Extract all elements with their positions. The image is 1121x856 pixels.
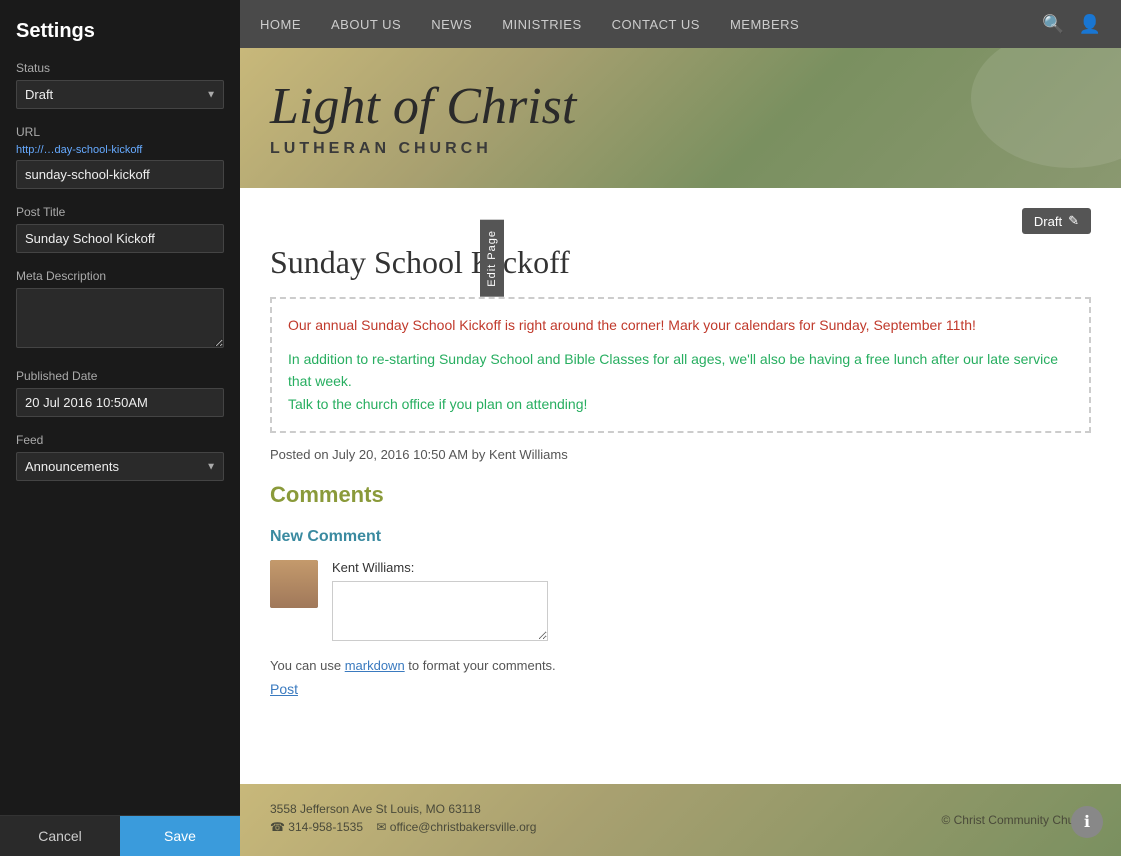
post-title-field-group: Post Title bbox=[16, 205, 224, 253]
church-banner: Light of Christ LUTHERAN CHURCH bbox=[240, 48, 1121, 188]
markdown-link[interactable]: markdown bbox=[345, 658, 405, 673]
main-content: HOME ABOUT US NEWS MINISTRIES CONTACT US… bbox=[240, 0, 1121, 856]
nav-home[interactable]: HOME bbox=[260, 13, 301, 36]
content-paragraph-1: Our annual Sunday School Kickoff is righ… bbox=[288, 315, 1073, 336]
nav-ministries[interactable]: MINISTRIES bbox=[502, 13, 581, 36]
page-content-area: Draft ✎ Sunday School Kickoff Our annual… bbox=[240, 188, 1121, 784]
meta-desc-textarea[interactable] bbox=[16, 288, 224, 348]
status-select[interactable]: Draft Published bbox=[16, 80, 224, 109]
phone-icon: ☎ bbox=[270, 820, 285, 834]
comment-input-area: Kent Williams: bbox=[332, 560, 548, 646]
comment-form: Kent Williams: bbox=[270, 560, 1091, 646]
nav-about[interactable]: ABOUT US bbox=[331, 13, 401, 36]
feed-field-group: Feed Announcements News Events ▼ bbox=[16, 433, 224, 481]
sidebar-action-buttons: Cancel Save bbox=[0, 815, 240, 856]
draft-badge: Draft ✎ bbox=[1022, 208, 1091, 234]
url-hint: http://…day-school-kickoff bbox=[16, 144, 224, 156]
footer-address: 3558 Jefferson Ave St Louis, MO 63118 bbox=[270, 802, 536, 816]
published-date-input[interactable] bbox=[16, 388, 224, 417]
url-input[interactable] bbox=[16, 160, 224, 189]
footer-copyright: © Christ Community Church bbox=[941, 813, 1091, 827]
meta-desc-field-group: Meta Description bbox=[16, 269, 224, 353]
church-subtitle: LUTHERAN CHURCH bbox=[270, 140, 576, 158]
feed-select[interactable]: Announcements News Events bbox=[16, 452, 224, 481]
content-paragraph-2: In addition to re-starting Sunday School… bbox=[288, 348, 1073, 415]
user-icon[interactable]: 👤 bbox=[1079, 14, 1101, 35]
nav-links: HOME ABOUT US NEWS MINISTRIES CONTACT US… bbox=[260, 13, 1042, 36]
content-box: Our annual Sunday School Kickoff is righ… bbox=[270, 297, 1091, 433]
url-label: URL bbox=[16, 125, 224, 139]
search-icon[interactable]: 🔍 bbox=[1042, 14, 1064, 35]
avatar-image bbox=[270, 560, 318, 608]
url-field-group: URL http://…day-school-kickoff bbox=[16, 125, 224, 189]
published-date-label: Published Date bbox=[16, 369, 224, 383]
top-navbar: HOME ABOUT US NEWS MINISTRIES CONTACT US… bbox=[240, 0, 1121, 48]
footer-contact: ☎ 314-958-1535 ✉ office@christbakersvill… bbox=[270, 820, 536, 834]
save-button[interactable]: Save bbox=[120, 816, 240, 856]
post-comment-button[interactable]: Post bbox=[270, 681, 298, 697]
post-title-label: Post Title bbox=[16, 205, 224, 219]
post-meta: Posted on July 20, 2016 10:50 AM by Kent… bbox=[270, 447, 1091, 462]
footer-phone: 314-958-1535 bbox=[288, 820, 363, 834]
site-footer: 3558 Jefferson Ave St Louis, MO 63118 ☎ … bbox=[240, 784, 1121, 856]
footer-left: 3558 Jefferson Ave St Louis, MO 63118 ☎ … bbox=[270, 802, 536, 838]
comment-user-label: Kent Williams: bbox=[332, 560, 548, 575]
new-comment-heading: New Comment bbox=[270, 528, 1091, 546]
footer-email: office@christbakersville.org bbox=[390, 820, 537, 834]
avatar bbox=[270, 560, 318, 608]
edit-page-tab[interactable]: Edit Page bbox=[480, 220, 504, 297]
markdown-hint: You can use markdown to format your comm… bbox=[270, 658, 1091, 673]
email-icon: ✉ bbox=[376, 820, 386, 834]
church-name: Light of Christ bbox=[270, 78, 576, 135]
info-icon[interactable]: ℹ bbox=[1071, 806, 1103, 838]
cancel-button[interactable]: Cancel bbox=[0, 816, 120, 856]
draft-badge-wrap: Draft ✎ bbox=[270, 208, 1091, 234]
status-field-group: Status Draft Published ▼ bbox=[16, 61, 224, 109]
status-label: Status bbox=[16, 61, 224, 75]
nav-members[interactable]: MEMBERS bbox=[730, 13, 799, 36]
status-select-wrap: Draft Published ▼ bbox=[16, 80, 224, 109]
comment-textarea[interactable] bbox=[332, 581, 548, 641]
post-title-input[interactable] bbox=[16, 224, 224, 253]
nav-contact[interactable]: CONTACT US bbox=[612, 13, 700, 36]
published-date-field-group: Published Date bbox=[16, 369, 224, 417]
page-title: Sunday School Kickoff bbox=[270, 244, 1091, 281]
meta-desc-label: Meta Description bbox=[16, 269, 224, 283]
draft-badge-label: Draft bbox=[1034, 214, 1062, 229]
feed-select-wrap: Announcements News Events ▼ bbox=[16, 452, 224, 481]
church-title-wrap: Light of Christ LUTHERAN CHURCH bbox=[270, 78, 576, 157]
nav-news[interactable]: NEWS bbox=[431, 13, 472, 36]
sidebar-title: Settings bbox=[16, 20, 224, 43]
comments-heading: Comments bbox=[270, 482, 1091, 512]
pencil-icon: ✎ bbox=[1068, 213, 1079, 229]
navbar-icons: 🔍 👤 bbox=[1042, 14, 1101, 35]
settings-sidebar: Settings Status Draft Published ▼ URL ht… bbox=[0, 0, 240, 856]
feed-label: Feed bbox=[16, 433, 224, 447]
